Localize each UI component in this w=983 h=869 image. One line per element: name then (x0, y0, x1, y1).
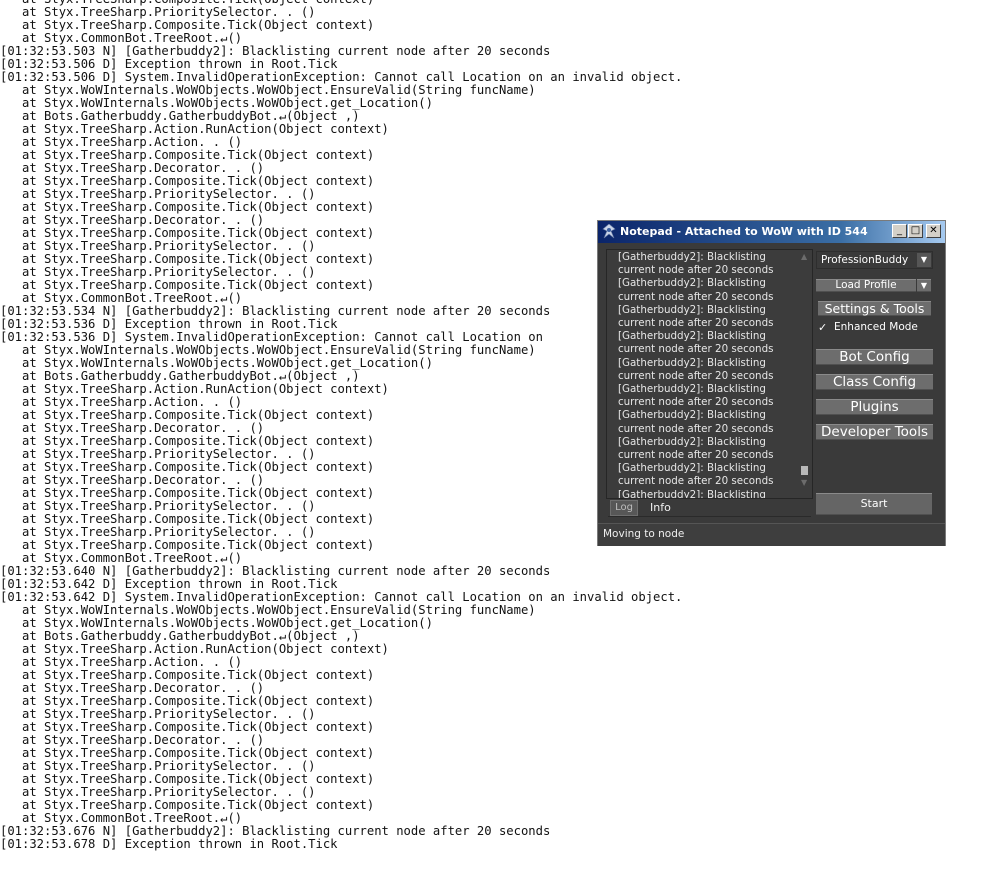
status-bar: Moving to node (598, 523, 945, 546)
log-scrollbar[interactable]: ▲ ▼ (800, 252, 810, 492)
minimize-button[interactable]: _ (892, 224, 907, 238)
log-item: [Gatherbuddy2]: Blacklisting (618, 409, 766, 422)
log-item: [Gatherbuddy2]: Blacklisting (618, 277, 766, 290)
log-item: current node after 20 seconds (618, 317, 774, 330)
log-item: [Gatherbuddy2]: Blacklisting (618, 435, 766, 448)
log-item: current node after 20 seconds (618, 343, 774, 356)
log-item: [Gatherbuddy2]: Blacklisting (618, 330, 766, 343)
log-item: [Gatherbuddy2]: Blacklisting (618, 251, 766, 263)
class-config-button[interactable]: Class Config (816, 374, 933, 390)
log-item: current node after 20 seconds (618, 449, 774, 462)
load-profile-button[interactable]: Load Profile (816, 279, 916, 292)
wow-app-icon (602, 224, 616, 239)
maximize-button[interactable]: □ (908, 224, 923, 238)
close-button[interactable]: ✕ (926, 224, 941, 238)
tab-info[interactable]: Info (644, 500, 690, 516)
bot-config-button[interactable]: Bot Config (816, 349, 933, 365)
scroll-up-icon[interactable]: ▲ (801, 252, 807, 261)
log-item: [Gatherbuddy2]: Blacklisting (618, 462, 766, 475)
title-bar[interactable]: Notepad - Attached to WoW with ID 544 _ … (598, 221, 945, 243)
log-item: current node after 20 seconds (618, 475, 774, 488)
bot-select[interactable]: ProfessionBuddy ▼ (816, 251, 933, 269)
enhanced-mode-label[interactable]: Enhanced Mode (834, 320, 918, 334)
log-item: current node after 20 seconds (618, 396, 774, 409)
tab-log[interactable]: Log (610, 500, 638, 516)
minimize-icon: _ (897, 225, 902, 236)
developer-tools-button[interactable]: Developer Tools (816, 424, 933, 440)
window-title: Notepad - Attached to WoW with ID 544 (620, 225, 868, 238)
bot-window: Notepad - Attached to WoW with ID 544 _ … (597, 220, 946, 546)
status-text: Moving to node (603, 528, 685, 540)
log-item: [Gatherbuddy2]: Blacklisting (618, 356, 766, 369)
plugins-button[interactable]: Plugins (816, 399, 933, 415)
chevron-down-icon[interactable]: ▼ (917, 253, 931, 267)
scroll-down-icon[interactable]: ▼ (801, 478, 807, 487)
log-item: current node after 20 seconds (618, 422, 774, 435)
load-profile-dropdown-icon[interactable]: ▼ (917, 279, 931, 292)
enhanced-mode-checkbox[interactable]: ✓ (818, 322, 829, 333)
log-item: [Gatherbuddy2]: Blacklisting (618, 383, 766, 396)
log-list: [Gatherbuddy2]: Blacklisting current node… (618, 251, 796, 499)
scroll-thumb[interactable] (801, 466, 808, 475)
log-item: current node after 20 seconds (618, 264, 774, 277)
console-line: [01:32:53.678 D] Exception thrown in Roo… (0, 837, 338, 851)
close-icon: ✕ (929, 225, 938, 236)
log-textbox[interactable]: [Gatherbuddy2]: Blacklisting current node… (606, 249, 813, 499)
log-item: [Gatherbuddy2]: Blacklisting (618, 488, 766, 499)
log-item: [Gatherbuddy2]: Blacklisting (618, 303, 766, 316)
log-item: current node after 20 seconds (618, 290, 774, 303)
log-item: current node after 20 seconds (618, 369, 774, 382)
start-button[interactable]: Start (816, 493, 932, 515)
bot-select-value: ProfessionBuddy (821, 254, 909, 266)
settings-tools-button[interactable]: Settings & Tools (818, 301, 931, 316)
maximize-icon: □ (910, 225, 921, 236)
tab-strip-divider (608, 516, 811, 517)
